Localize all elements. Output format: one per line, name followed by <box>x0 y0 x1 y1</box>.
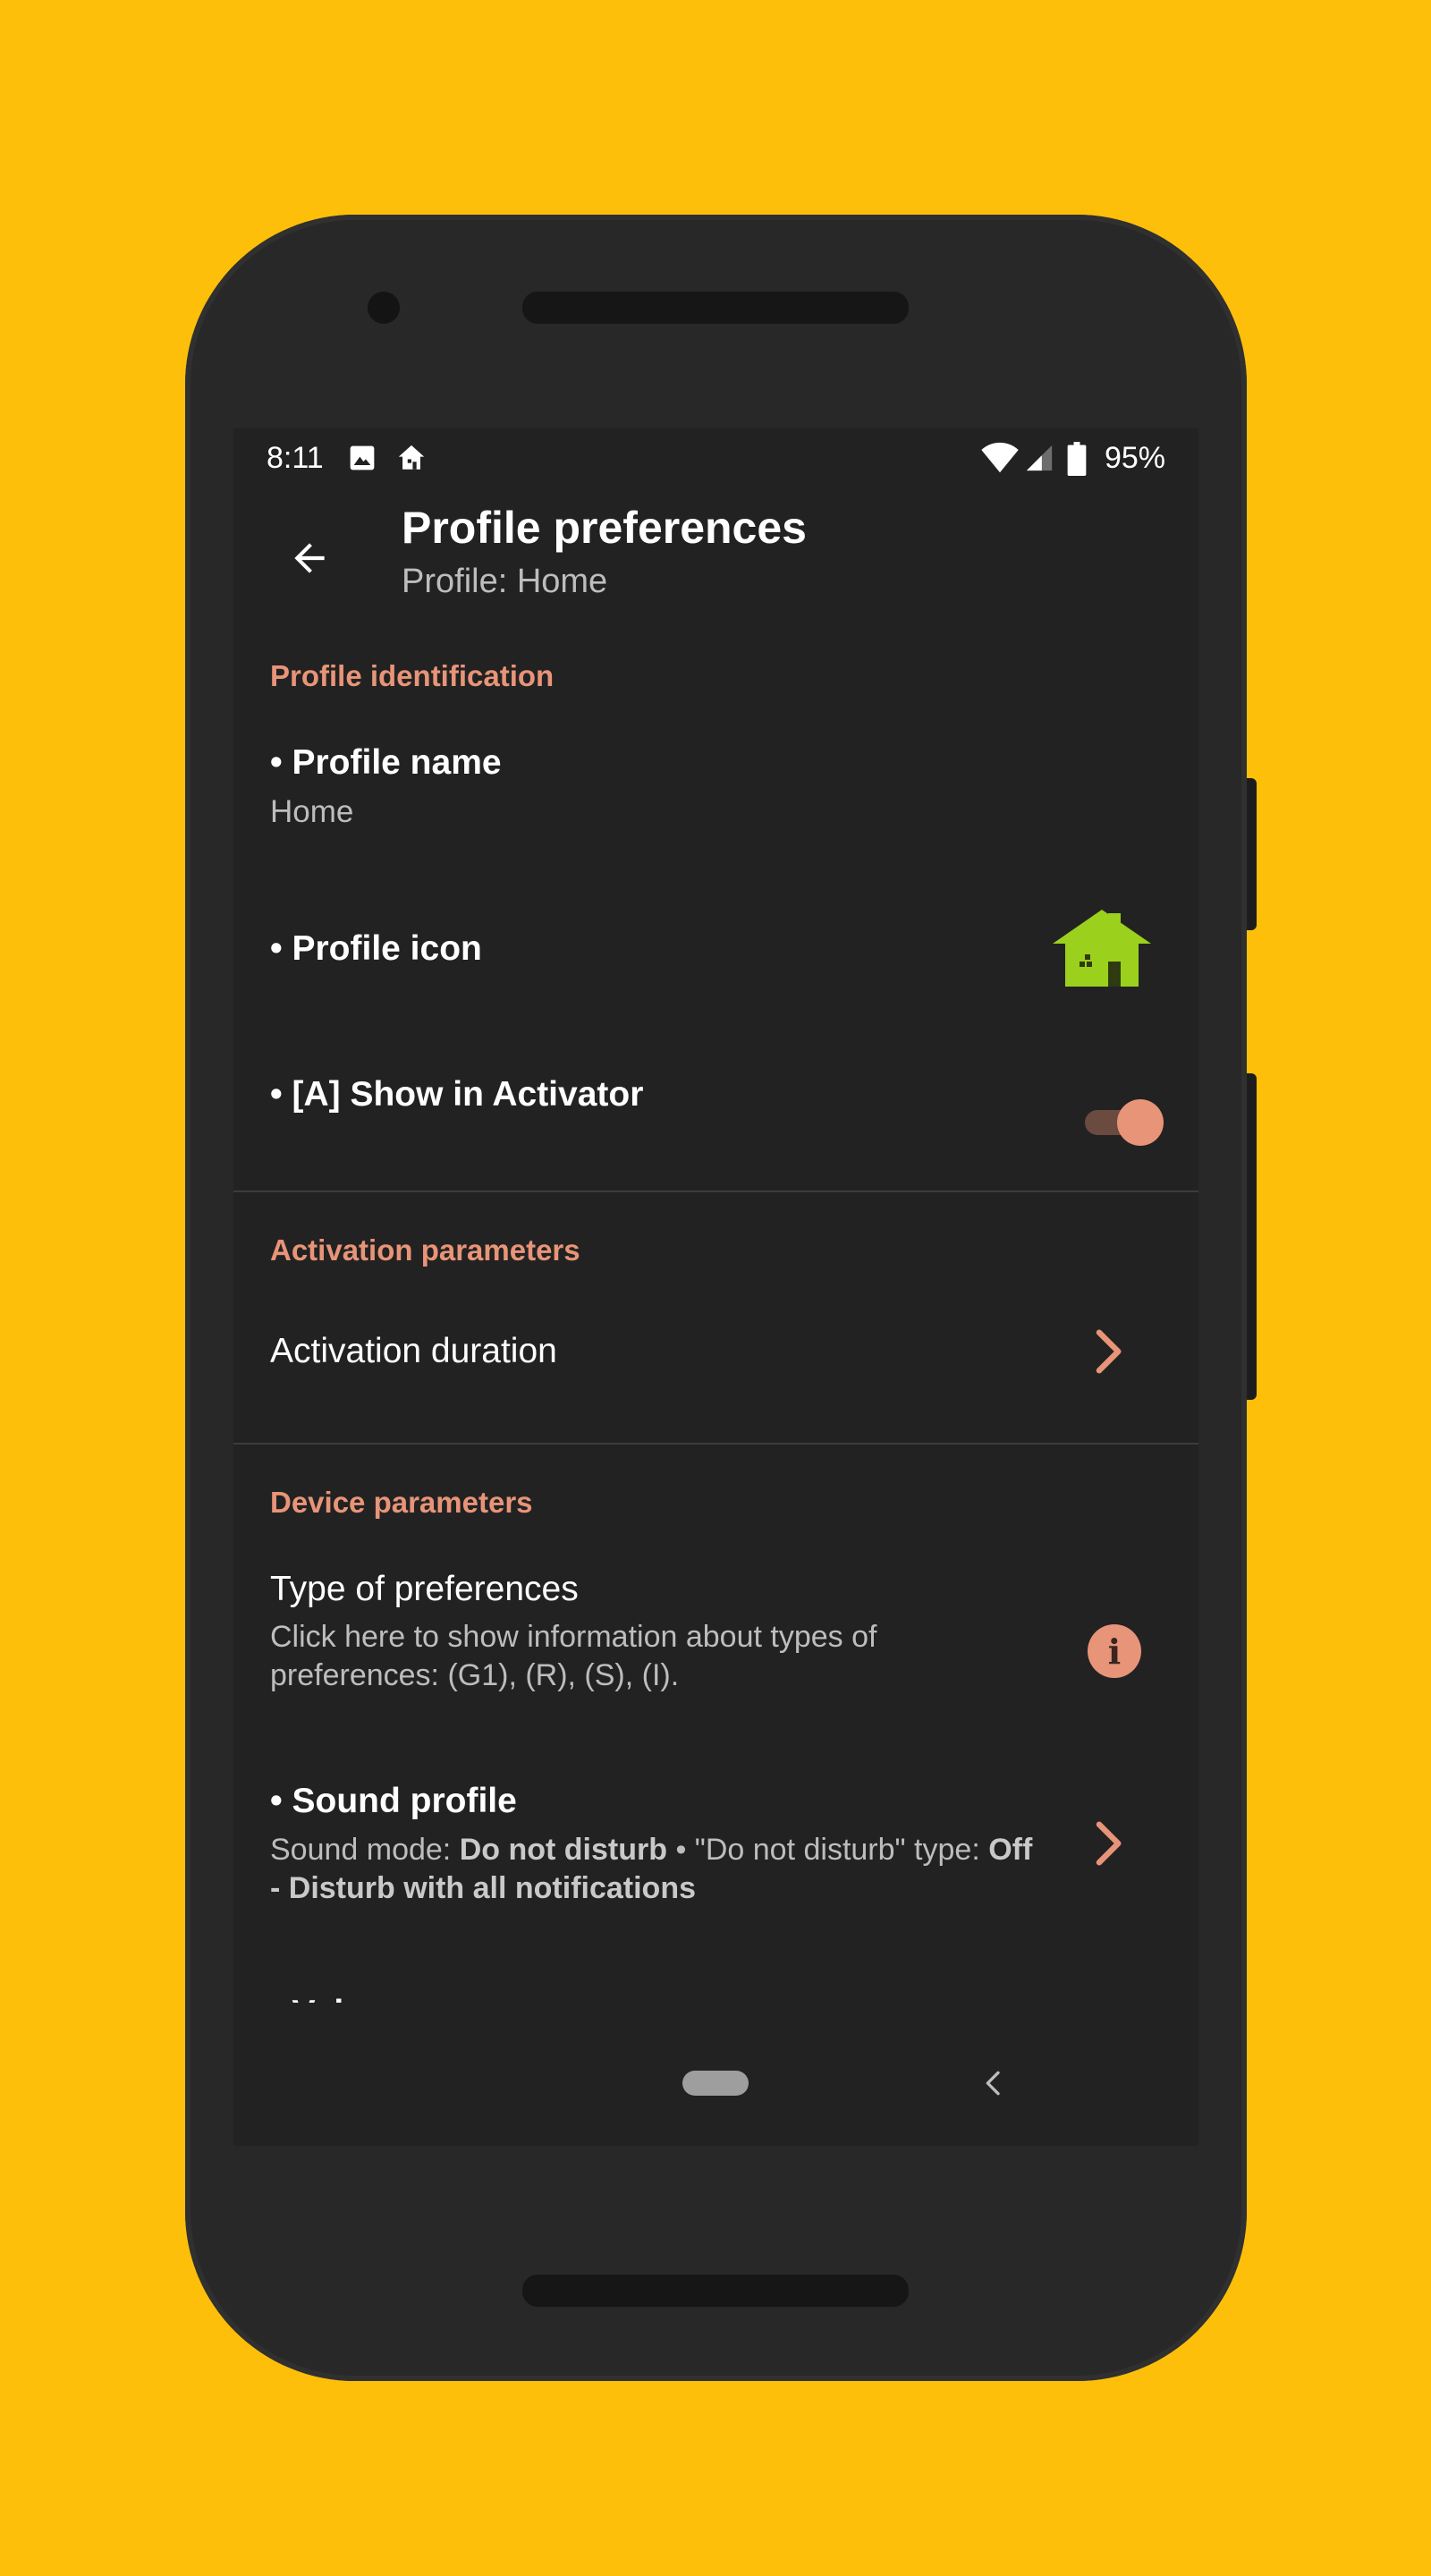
pref-type-of-preferences[interactable]: Type of preferences Click here to show i… <box>233 1538 1198 1716</box>
home-pill-button[interactable] <box>682 2071 749 2096</box>
bottom-speaker <box>522 2275 909 2307</box>
front-camera <box>368 292 400 324</box>
pref-title: • Profile icon <box>270 929 482 968</box>
home-icon <box>398 445 425 470</box>
pref-title: • [A] Show in Activator <box>270 1075 644 1114</box>
navigation-bar <box>233 2033 1198 2146</box>
volume-button <box>1246 1073 1257 1400</box>
image-icon <box>350 445 375 470</box>
pref-profile-icon[interactable]: • Profile icon <box>233 885 1198 1028</box>
pref-summary: Sound mode: Do not disturb • "Do not dis… <box>270 1831 1039 1908</box>
pref-activation-duration[interactable]: Activation duration <box>233 1287 1198 1439</box>
pref-sound-profile[interactable]: • Sound profile Sound mode: Do not distu… <box>233 1752 1198 1949</box>
sound-summary-prefix: Sound mode: <box>270 1833 460 1867</box>
category-activation-parameters: Activation parameters <box>270 1233 580 1267</box>
category-profile-identification: Profile identification <box>270 659 555 692</box>
divider <box>233 1191 1198 1192</box>
pref-title: • Profile name <box>270 743 502 782</box>
show-in-activator-switch[interactable] <box>1080 1097 1164 1147</box>
back-button[interactable] <box>269 518 350 598</box>
screen: 8:11 95% Profile preferences Profile: Ho <box>233 428 1198 2146</box>
pref-title: • Sound profile <box>270 1782 517 1820</box>
status-bar: 8:11 95% <box>233 428 1198 487</box>
switch-thumb <box>1117 1099 1164 1146</box>
cell-signal-icon <box>1026 445 1053 471</box>
house-icon <box>1053 910 1151 987</box>
chevron-right-icon <box>1096 1821 1122 1866</box>
pref-profile-name[interactable]: • Profile name Home <box>233 713 1198 865</box>
arrow-back-icon <box>294 543 325 573</box>
pref-summary: Click here to show information about typ… <box>270 1620 877 1692</box>
power-button <box>1246 778 1257 930</box>
battery-percentage: 95% <box>1104 441 1165 475</box>
list-clip <box>233 2003 1198 2033</box>
page-subtitle: Profile: Home <box>402 563 608 600</box>
pref-show-in-activator[interactable]: • [A] Show in Activator <box>233 1046 1198 1180</box>
sound-mode-value: Do not disturb <box>459 1833 667 1867</box>
category-device-parameters: Device parameters <box>270 1486 533 1519</box>
top-speaker <box>522 292 909 324</box>
wifi-icon <box>981 442 1019 473</box>
status-time: 8:11 <box>267 441 324 475</box>
chevron-right-icon <box>1096 1329 1122 1374</box>
nav-back-icon[interactable] <box>976 2065 1012 2101</box>
info-icon[interactable]: i <box>1088 1624 1141 1678</box>
sound-summary-mid: • "Do not disturb" type: <box>667 1833 989 1867</box>
battery-icon <box>1067 442 1087 476</box>
divider <box>233 1443 1198 1445</box>
pref-title: Activation duration <box>270 1332 557 1370</box>
pref-title: Type of preferences <box>270 1570 579 1608</box>
pref-summary: Home <box>270 794 354 829</box>
page-title: Profile preferences <box>402 503 807 553</box>
